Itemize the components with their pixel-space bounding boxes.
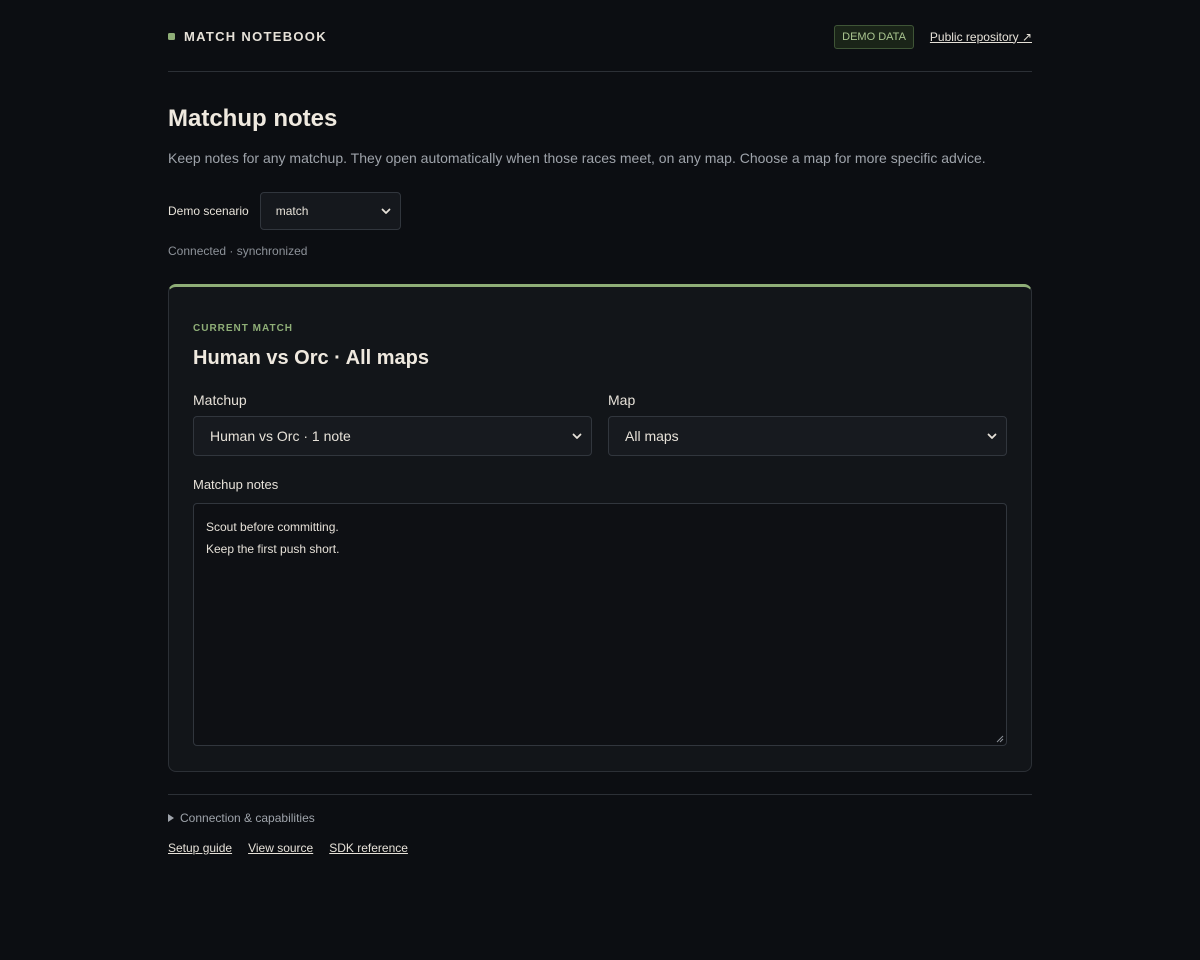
notes-line: Keep the first push short.: [206, 542, 340, 556]
chevron-down-icon: [381, 208, 391, 214]
connection-capabilities-label: Connection & capabilities: [180, 811, 315, 825]
map-select[interactable]: All maps: [608, 416, 1007, 456]
public-repository-link[interactable]: Public repository ↗: [930, 30, 1032, 44]
demo-data-badge: DEMO DATA: [834, 24, 914, 49]
demo-scenario-select[interactable]: match: [259, 192, 401, 230]
resize-grip-icon[interactable]: [996, 735, 1004, 743]
footer-divider: [168, 794, 1032, 795]
demo-scenario-value: match: [275, 204, 309, 218]
current-match-card: CURRENT MATCH Human vs Orc · All maps Ma…: [168, 284, 1032, 772]
header-actions: DEMO DATA Public repository ↗: [834, 23, 1032, 49]
chevron-down-icon: [987, 433, 997, 439]
connection-status: Connected · synchronized: [168, 244, 308, 258]
matchup-value: Human vs Orc · 1 note: [210, 428, 351, 444]
page-title: Matchup notes: [168, 105, 338, 132]
matchup-label: Matchup: [193, 392, 247, 408]
page-container: MATCH NOTEBOOK DEMO DATA Public reposito…: [168, 0, 1032, 855]
match-title: Human vs Orc · All maps: [193, 347, 429, 369]
map-field: Map All maps: [608, 392, 1007, 456]
map-value: All maps: [625, 428, 679, 444]
demo-scenario-row: Demo scenario match: [168, 192, 1032, 230]
connection-capabilities-toggle[interactable]: Connection & capabilities: [168, 811, 1032, 825]
brand: MATCH NOTEBOOK: [168, 27, 327, 44]
matchup-notes-textarea[interactable]: Scout before committing. Keep the first …: [193, 503, 1007, 746]
sdk-reference-link[interactable]: SDK reference: [329, 841, 408, 855]
chevron-down-icon: [572, 433, 582, 439]
matchup-field: Matchup Human vs Orc · 1 note: [193, 392, 592, 456]
current-match-eyebrow: CURRENT MATCH: [193, 323, 294, 334]
disclosure-triangle-icon: [168, 814, 174, 822]
matchup-notes-label: Matchup notes: [193, 477, 279, 492]
top-bar: MATCH NOTEBOOK DEMO DATA Public reposito…: [168, 0, 1032, 72]
notes-line: Scout before committing.: [206, 520, 339, 534]
map-label: Map: [608, 392, 636, 408]
demo-scenario-label: Demo scenario: [168, 204, 249, 218]
brand-name: MATCH NOTEBOOK: [184, 29, 327, 44]
brand-dot-icon: [168, 33, 175, 40]
footer-links: Setup guide View source SDK reference: [168, 841, 1032, 855]
selector-row: Matchup Human vs Orc · 1 note Map All ma…: [193, 392, 1007, 456]
view-source-link[interactable]: View source: [248, 841, 313, 855]
matchup-select[interactable]: Human vs Orc · 1 note: [193, 416, 592, 456]
page-description: Keep notes for any matchup. They open au…: [168, 150, 986, 166]
setup-guide-link[interactable]: Setup guide: [168, 841, 232, 855]
